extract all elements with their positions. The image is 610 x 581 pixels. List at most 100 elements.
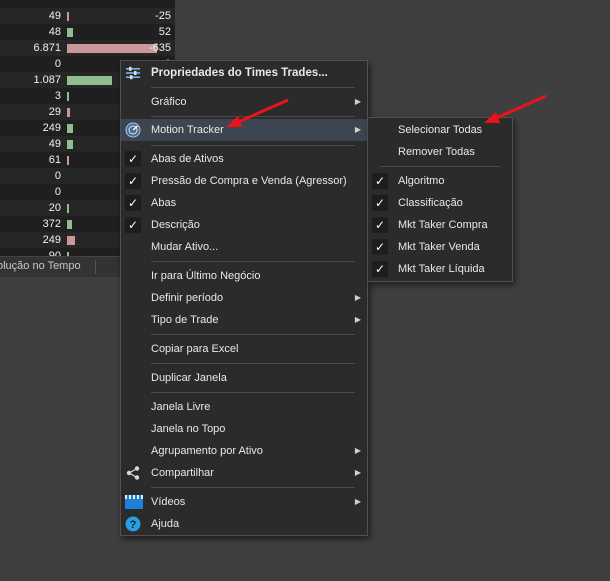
motion-tracker-submenu: Selecionar Todas Remover Todas ✓ Algorit… (367, 117, 513, 282)
menu-item-videos[interactable]: Vídeos ▶ (121, 491, 367, 513)
table-row: 48 52 (0, 24, 175, 40)
menu-item-grafico[interactable]: Gráfico ▶ (121, 91, 367, 113)
settings-sliders-icon (125, 65, 141, 81)
submenu-item-mkt-taker-venda[interactable]: ✓ Mkt Taker Venda (368, 236, 512, 258)
submenu-arrow-icon: ▶ (354, 293, 361, 302)
menu-item-duplicar-janela[interactable]: Duplicar Janela (121, 367, 367, 389)
menu-item-copiar-excel[interactable]: Copiar para Excel (121, 338, 367, 360)
table-row: 49 -25 (0, 8, 175, 24)
checkmark-icon: ✓ (372, 239, 388, 255)
checkmark-icon: ✓ (125, 195, 141, 211)
help-icon: ? (125, 516, 141, 532)
menu-item-label: Agrupamento por Ativo (151, 445, 263, 457)
menu-separator (151, 363, 355, 364)
table-cell-value: 90 (48, 250, 61, 256)
menu-item-ajuda[interactable]: ? Ajuda (121, 513, 367, 535)
menu-item-label: Compartilhar (151, 467, 214, 479)
submenu-item-classificacao[interactable]: ✓ Classificação (368, 192, 512, 214)
menu-item-label: Ir para Último Negócio (151, 270, 261, 282)
tab-separator (95, 260, 96, 274)
table-cell-value: 49 (48, 138, 61, 150)
menu-item-label: Abas de Ativos (151, 153, 224, 165)
menu-item-label: Definir período (151, 292, 224, 304)
table-cell-delta: -25 (155, 10, 171, 22)
menu-item-abas[interactable]: ✓ Abas (121, 192, 367, 214)
table-cell-delta: 52 (158, 26, 171, 38)
table-cell-value: 6.871 (33, 42, 61, 54)
menu-item-label: Selecionar Todas (398, 124, 483, 136)
table-cell-value: 249 (42, 234, 61, 246)
table-cell-value: 372 (42, 218, 61, 230)
tab-evolucao[interactable]: olução no Tempo (0, 260, 81, 272)
menu-item-janela-livre[interactable]: Janela Livre (121, 396, 367, 418)
table-cell-value: 61 (48, 154, 61, 166)
menu-item-abas-de-ativos[interactable]: ✓ Abas de Ativos (121, 148, 367, 170)
submenu-arrow-icon: ▶ (354, 97, 361, 106)
table-cell-bar (67, 12, 69, 21)
menu-item-label: Copiar para Excel (151, 343, 239, 355)
table-cell-value: 20 (48, 202, 61, 214)
menu-item-label: Motion Tracker (151, 124, 224, 136)
menu-separator (151, 87, 355, 88)
menu-item-label: Ajuda (151, 518, 180, 530)
table-cell-bar (67, 236, 75, 245)
checkmark-icon: ✓ (125, 217, 141, 233)
table-cell-bar (67, 204, 69, 213)
submenu-item-mkt-taker-liquida[interactable]: ✓ Mkt Taker Líquida (368, 258, 512, 280)
menu-item-mudar-ativo[interactable]: Mudar Ativo... (121, 236, 367, 258)
menu-item-motion-tracker[interactable]: Motion Tracker ▶ (121, 119, 367, 141)
menu-separator (151, 487, 355, 488)
menu-item-compartilhar[interactable]: Compartilhar ▶ (121, 462, 367, 484)
table-cell-delta: -635 (148, 42, 171, 54)
table-cell-value: 249 (42, 122, 61, 134)
checkmark-icon: ✓ (372, 195, 388, 211)
table-cell-value: 1.087 (33, 74, 61, 86)
table-cell-bar (67, 140, 73, 149)
svg-text:?: ? (130, 519, 137, 531)
menu-item-janela-no-topo[interactable]: Janela no Topo (121, 418, 367, 440)
submenu-arrow-icon: ▶ (354, 468, 361, 477)
table-cell-value: 0 (54, 170, 61, 182)
checkmark-icon: ✓ (125, 151, 141, 167)
menu-item-ultimo-negocio[interactable]: Ir para Último Negócio (121, 265, 367, 287)
menu-item-label: Descrição (151, 219, 200, 231)
checkmark-icon: ✓ (125, 173, 141, 189)
menu-item-label: Mkt Taker Compra (398, 219, 488, 231)
table-cell-value: 0 (54, 58, 61, 70)
menu-separator (380, 166, 500, 167)
menu-item-label: Vídeos (151, 496, 186, 508)
radar-icon (125, 122, 141, 138)
submenu-item-selecionar-todas[interactable]: Selecionar Todas (368, 119, 512, 141)
menu-item-label: Janela no Topo (151, 423, 226, 435)
table-cell-bar (67, 108, 70, 117)
table-row: 6.871 -635 (0, 40, 175, 56)
menu-item-properties[interactable]: Propriedades do Times Trades... (121, 62, 367, 84)
submenu-arrow-icon: ▶ (354, 315, 361, 324)
table-cell-bar (67, 220, 72, 229)
menu-item-definir-periodo[interactable]: Definir período ▶ (121, 287, 367, 309)
submenu-arrow-icon: ▶ (354, 125, 361, 134)
context-menu: Propriedades do Times Trades... Gráfico … (120, 60, 368, 536)
menu-item-pressao[interactable]: ✓ Pressão de Compra e Venda (Agressor) (121, 170, 367, 192)
menu-item-label: Mkt Taker Líquida (398, 263, 485, 275)
menu-item-label: Gráfico (151, 96, 187, 108)
menu-separator (151, 334, 355, 335)
table-cell-value: 3 (54, 90, 61, 102)
submenu-item-algoritmo[interactable]: ✓ Algoritmo (368, 170, 512, 192)
menu-item-tipo-de-trade[interactable]: Tipo de Trade ▶ (121, 309, 367, 331)
submenu-item-remover-todas[interactable]: Remover Todas (368, 141, 512, 163)
table-cell-value: 29 (48, 106, 61, 118)
table-cell-bar (67, 76, 112, 85)
table-cell-value: 0 (54, 186, 61, 198)
menu-item-label: Algoritmo (398, 175, 445, 187)
table-cell-bar (67, 92, 69, 101)
submenu-item-mkt-taker-compra[interactable]: ✓ Mkt Taker Compra (368, 214, 512, 236)
menu-item-agrupamento[interactable]: Agrupamento por Ativo ▶ (121, 440, 367, 462)
checkmark-icon: ✓ (372, 173, 388, 189)
menu-item-label: Remover Todas (398, 146, 475, 158)
table-row (0, 0, 175, 8)
submenu-arrow-icon: ▶ (354, 497, 361, 506)
table-cell-value: 49 (48, 10, 61, 22)
table-cell-bar (67, 156, 69, 165)
menu-item-descricao[interactable]: ✓ Descrição (121, 214, 367, 236)
